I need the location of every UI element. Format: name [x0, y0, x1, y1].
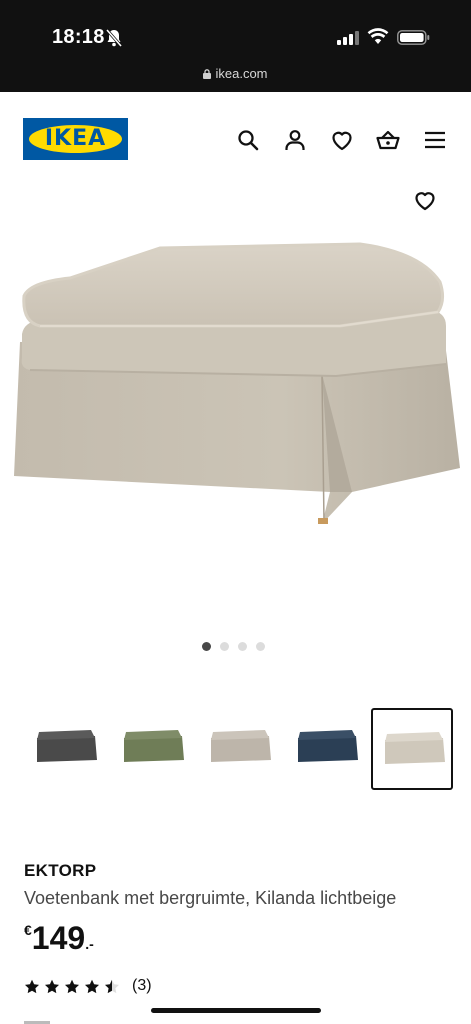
ikea-logo[interactable]: IKEA [23, 118, 128, 160]
battery-icon [397, 30, 430, 45]
rating-star-icon [105, 979, 119, 993]
gallery-pagination [202, 638, 274, 651]
product-description: Voetenbank met bergruimte, Kilanda licht… [24, 888, 397, 908]
thumbnail-variant-light-beige-selected[interactable] [371, 708, 453, 790]
menu-icon[interactable] [423, 128, 447, 152]
product-rating[interactable]: (3) [24, 977, 152, 995]
gallery-dot-2[interactable] [220, 642, 229, 651]
rating-star-icon [25, 979, 39, 993]
color-variant-thumbnails [0, 708, 471, 790]
price-amount: 149 [31, 920, 86, 956]
footstool-thumbnail [298, 730, 358, 762]
gallery-dot-3[interactable] [238, 642, 247, 651]
muted-bell-icon [105, 29, 123, 47]
status-bar: 18:18 ikea.com [0, 0, 471, 92]
product-name: EKTORP [24, 861, 97, 880]
rating-star-icon [85, 979, 99, 993]
lock-icon [203, 69, 212, 79]
price-decimals: .- [85, 936, 94, 952]
home-indicator [151, 1008, 321, 1013]
thumbnail-variant-dark-blue[interactable] [286, 708, 368, 790]
footstool-thumbnail [124, 730, 184, 762]
footstool-thumbnail [211, 730, 271, 762]
add-to-wishlist-heart-icon[interactable] [413, 189, 437, 211]
heart-icon[interactable] [330, 128, 354, 152]
gallery-dot-1[interactable] [202, 642, 211, 651]
product-price: €149.- [24, 920, 94, 957]
product-image-footstool[interactable] [0, 230, 471, 540]
profile-icon[interactable] [283, 128, 307, 152]
rating-star-icon [65, 979, 79, 993]
url-text: ikea.com [215, 66, 268, 81]
rating-stars [24, 979, 120, 994]
status-time: 18:18 [52, 26, 105, 48]
rating-star-icon [45, 979, 59, 993]
search-icon[interactable] [236, 128, 260, 152]
site-header: IKEA [0, 92, 471, 182]
price-currency: € [24, 922, 32, 938]
review-count: (3) [132, 977, 152, 994]
cellular-signal-icon [337, 31, 359, 45]
thumbnail-variant-green[interactable] [112, 708, 194, 790]
wifi-icon [367, 28, 389, 44]
thumbnail-variant-striped-beige[interactable] [199, 708, 281, 790]
logo-text: IKEA [44, 126, 107, 151]
basket-icon[interactable] [376, 128, 400, 152]
footstool-thumbnail [385, 732, 445, 764]
thumbnail-variant-dark-grey[interactable] [25, 708, 107, 790]
address-bar[interactable]: ikea.com [0, 66, 471, 81]
gallery-dot-4[interactable] [256, 642, 265, 651]
footstool-thumbnail [37, 730, 97, 762]
